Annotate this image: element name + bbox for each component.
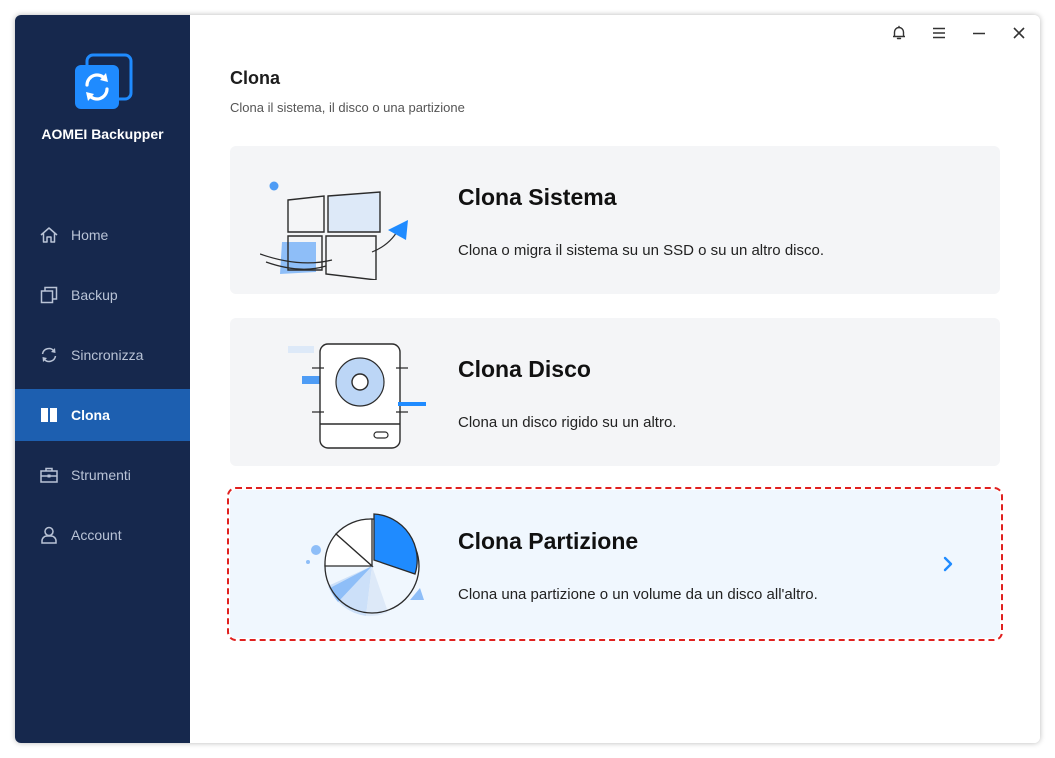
- close-button[interactable]: [1007, 23, 1031, 47]
- card-description: Clona un disco rigido su un altro.: [458, 414, 677, 431]
- sidebar-item-label: Account: [71, 527, 122, 543]
- backup-copy-icon: [39, 285, 59, 305]
- sidebar-item-clona[interactable]: Clona: [15, 389, 190, 441]
- app-name: AOMEI Backupper: [41, 126, 164, 142]
- main-content: Clona Clona il sistema, il disco o una p…: [190, 15, 1040, 743]
- card-title: Clona Disco: [458, 356, 591, 382]
- sidebar-item-label: Backup: [71, 287, 118, 303]
- card-title: Clona Sistema: [458, 184, 617, 210]
- sync-icon: [39, 345, 59, 365]
- minimize-icon: [971, 25, 987, 46]
- sidebar-item-label: Home: [71, 227, 109, 243]
- card-description: Clona o migra il sistema su un SSD o su …: [458, 242, 824, 259]
- card-title: Clona Partizione: [458, 528, 639, 554]
- clona-sistema-card[interactable]: Clona Sistema Clona o migra il sistema s…: [230, 146, 1000, 294]
- sidebar-item-backup[interactable]: Backup: [15, 269, 190, 321]
- sidebar-item-account[interactable]: Account: [15, 509, 190, 561]
- sidebar-item-label: Clona: [71, 407, 110, 423]
- clona-partizione-card[interactable]: Clona Partizione Clona una partizione o …: [227, 487, 1003, 641]
- card-description: Clona una partizione o un volume da un d…: [458, 586, 818, 603]
- pie-partition-clone-icon: [260, 504, 430, 624]
- hamburger-menu-icon: [931, 25, 947, 46]
- aomei-sync-logo-icon: [73, 53, 133, 113]
- sidebar-item-home[interactable]: Home: [15, 209, 190, 261]
- home-icon: [39, 225, 59, 245]
- app-window: AOMEI Backupper Home Backup Sincronizza …: [15, 15, 1040, 743]
- close-icon: [1011, 25, 1027, 46]
- hard-disk-clone-icon: [260, 332, 430, 452]
- sidebar-item-strumenti[interactable]: Strumenti: [15, 449, 190, 501]
- sidebar-item-label: Strumenti: [71, 467, 131, 483]
- notification-bell-button[interactable]: [887, 23, 911, 47]
- clona-disco-card[interactable]: Clona Disco Clona un disco rigido su un …: [230, 318, 1000, 466]
- toolbox-icon: [39, 465, 59, 485]
- page-title: Clona: [230, 68, 281, 88]
- minimize-button[interactable]: [967, 23, 991, 47]
- page-subtitle: Clona il sistema, il disco o una partizi…: [230, 100, 465, 115]
- menu-button[interactable]: [927, 23, 951, 47]
- chevron-right-icon[interactable]: [938, 554, 958, 574]
- sidebar: AOMEI Backupper Home Backup Sincronizza …: [15, 15, 190, 743]
- sidebar-item-sincronizza[interactable]: Sincronizza: [15, 329, 190, 381]
- sidebar-item-label: Sincronizza: [71, 347, 144, 363]
- clone-book-icon: [39, 405, 59, 425]
- bell-icon: [891, 25, 907, 46]
- user-icon: [39, 525, 59, 545]
- windows-system-clone-icon: [259, 160, 430, 281]
